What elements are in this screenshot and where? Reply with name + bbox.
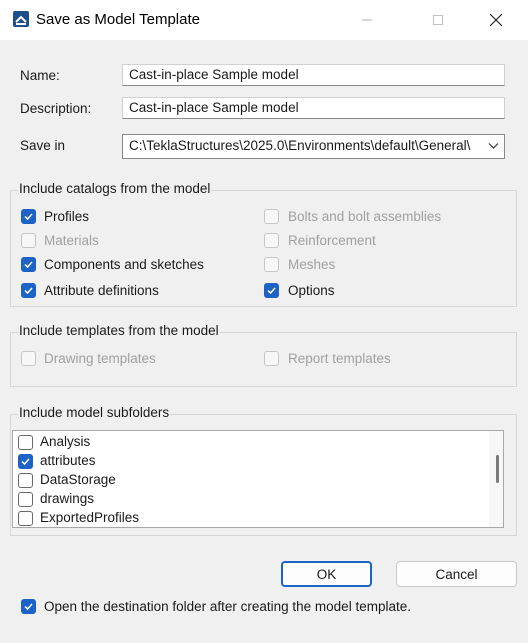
list-item-label: Analysis [40,434,91,449]
attribute-definitions-label: Attribute definitions [44,283,159,298]
scrollbar-thumb[interactable] [496,455,499,483]
description-field[interactable]: Cast-in-place Sample model [122,97,505,119]
profiles-checkbox[interactable] [21,209,36,224]
checkmark-icon [267,287,276,295]
window-title: Save as Model Template [36,11,200,28]
name-label: Name: [20,68,60,83]
save-in-label: Save in [20,138,66,153]
chevron-down-icon [488,143,499,149]
checkmark-icon [24,261,33,269]
reinforcement-label: Reinforcement [288,233,376,248]
meshes-checkbox[interactable] [264,257,279,272]
drawing-templates-checkbox[interactable] [21,351,36,366]
cancel-button[interactable]: Cancel [396,561,517,587]
save-in-combobox[interactable]: C:\TeklaStructures\2025.0\Environments\d… [122,134,505,159]
name-field[interactable]: Cast-in-place Sample model [122,64,505,86]
components-checkbox[interactable] [21,257,36,272]
report-templates-checkbox[interactable] [264,351,279,366]
components-label: Components and sketches [44,257,204,272]
list-item-label: DataStorage [40,472,116,487]
attributes-checkbox[interactable] [18,454,33,469]
exportedprofiles-checkbox[interactable] [18,511,33,526]
open-folder-checkbox[interactable] [21,599,36,614]
drawings-checkbox[interactable] [18,492,33,507]
options-label: Options [288,283,335,298]
profiles-label: Profiles [44,209,90,224]
options-checkbox[interactable] [264,283,279,298]
list-item-label: ExportedProfiles [40,510,140,525]
subfolders-list[interactable]: Analysis attributes DataStorage drawings… [12,430,504,528]
checkmark-icon [24,287,33,295]
report-templates-label: Report templates [288,351,391,366]
checkmark-icon [21,458,30,466]
list-scrollbar[interactable] [489,431,503,527]
bolts-label: Bolts and bolt assemblies [288,209,442,224]
subfolders-group-title: Include model subfolders [18,405,171,420]
close-icon [489,13,503,27]
title-bar: Save as Model Template [0,0,528,40]
reinforcement-checkbox[interactable] [264,233,279,248]
catalogs-group-title: Include catalogs from the model [18,181,212,196]
checkmark-icon [24,213,33,221]
maximize-button[interactable] [415,0,461,40]
list-item-label: drawings [40,491,95,506]
datastorage-checkbox[interactable] [18,473,33,488]
maximize-icon [433,15,443,25]
materials-checkbox[interactable] [21,233,36,248]
minimize-icon [362,19,372,21]
attribute-definitions-checkbox[interactable] [21,283,36,298]
materials-label: Materials [44,233,99,248]
ok-button[interactable]: OK [281,561,372,587]
close-button[interactable] [473,0,519,40]
meshes-label: Meshes [288,257,336,272]
templates-group-title: Include templates from the model [18,323,220,338]
open-folder-label: Open the destination folder after creati… [44,599,411,614]
checkmark-icon [24,603,33,611]
description-label: Description: [20,101,92,116]
save-in-value: C:\TeklaStructures\2025.0\Environments\d… [129,138,471,153]
list-item-label: attributes [40,453,96,468]
bolts-checkbox[interactable] [264,209,279,224]
drawing-templates-label: Drawing templates [44,351,156,366]
tekla-app-icon [13,11,29,27]
minimize-button[interactable] [344,0,390,40]
analysis-checkbox[interactable] [18,435,33,450]
